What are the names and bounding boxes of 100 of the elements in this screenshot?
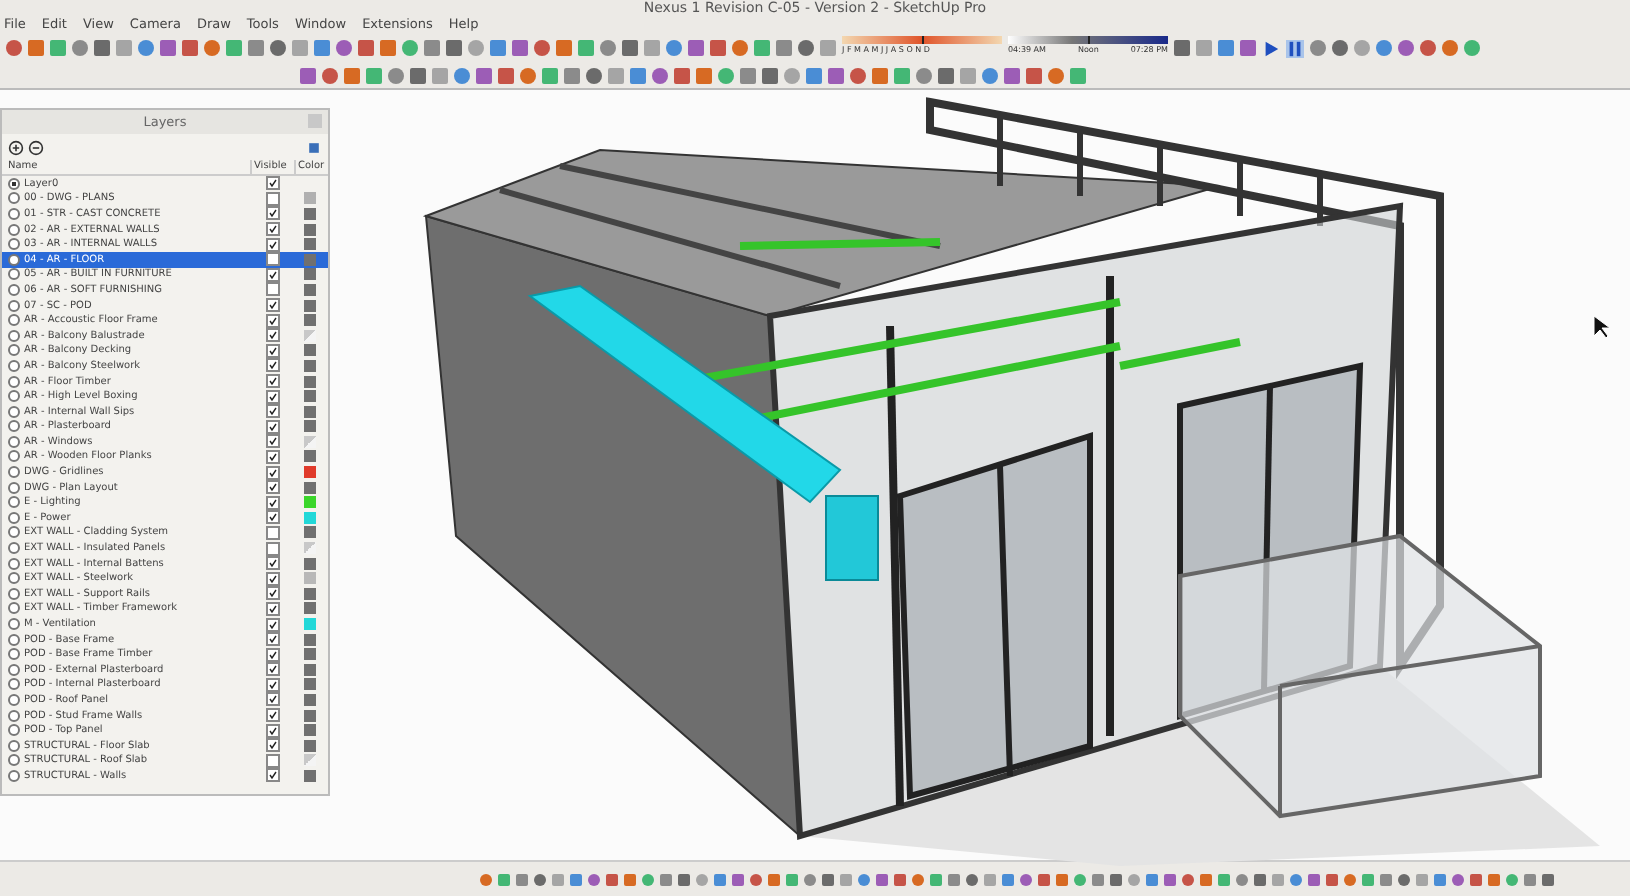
visible-checkbox[interactable] [266,222,280,237]
radio-button[interactable] [8,572,20,585]
color-swatch[interactable] [304,693,316,706]
radio-button[interactable] [8,329,20,342]
radio-button[interactable] [8,587,20,600]
visible-checkbox[interactable] [266,404,280,419]
visible-checkbox[interactable] [266,374,280,389]
color-swatch[interactable] [304,618,316,631]
visible-checkbox[interactable] [266,662,280,677]
visible-checkbox[interactable] [266,465,280,480]
radio-button[interactable] [8,268,20,281]
color-swatch[interactable] [304,435,316,448]
color-swatch[interactable] [304,526,316,539]
color-swatch[interactable] [304,739,316,752]
color-swatch[interactable] [304,496,316,509]
color-swatch[interactable] [304,648,316,661]
color-swatch[interactable] [304,192,316,205]
visible-checkbox[interactable] [266,692,280,707]
radio-button[interactable] [8,693,20,706]
visible-checkbox[interactable] [266,206,280,221]
radio-button[interactable] [8,223,20,236]
radio-button[interactable] [8,511,20,524]
color-swatch[interactable] [304,542,316,555]
radio-button[interactable] [8,299,20,312]
visible-checkbox[interactable] [266,723,280,738]
radio-button[interactable] [8,466,20,479]
radio-button[interactable] [8,724,20,737]
color-swatch[interactable] [304,405,316,418]
visible-checkbox[interactable] [266,571,280,586]
visible-checkbox[interactable] [266,586,280,601]
visible-checkbox[interactable] [266,768,280,783]
radio-button[interactable] [8,526,20,539]
radio-button[interactable] [8,496,20,509]
visible-checkbox[interactable] [266,328,280,343]
radio-button[interactable] [8,618,20,631]
radio-button[interactable] [8,754,20,767]
color-swatch[interactable] [304,238,316,251]
visible-checkbox[interactable] [266,647,280,662]
visible-checkbox[interactable] [266,708,280,723]
color-swatch[interactable] [304,663,316,676]
visible-checkbox[interactable] [266,358,280,373]
color-swatch[interactable] [304,420,316,433]
visible-checkbox[interactable] [266,525,280,540]
radio-button[interactable] [8,557,20,570]
color-swatch[interactable] [304,678,316,691]
visible-checkbox[interactable] [266,556,280,571]
radio-button[interactable] [8,359,20,372]
color-swatch[interactable] [304,511,316,524]
color-swatch[interactable] [304,572,316,585]
radio-button[interactable] [8,207,20,220]
visible-checkbox[interactable] [266,480,280,495]
visible-checkbox[interactable] [266,541,280,556]
color-swatch[interactable] [304,481,316,494]
color-swatch[interactable] [304,329,316,342]
visible-checkbox[interactable] [266,753,280,768]
visible-checkbox[interactable] [266,282,280,297]
visible-checkbox[interactable] [266,298,280,313]
color-swatch[interactable] [304,724,316,737]
add-layer-icon[interactable] [8,139,24,155]
visible-checkbox[interactable] [266,176,280,191]
remove-layer-icon[interactable] [28,139,44,155]
color-swatch[interactable] [304,375,316,388]
radio-button[interactable] [8,435,20,448]
visible-checkbox[interactable] [266,632,280,647]
radio-button[interactable] [8,420,20,433]
radio-button[interactable] [8,648,20,661]
radio-button[interactable] [8,450,20,463]
radio-button[interactable] [8,769,20,782]
radio-button[interactable] [8,633,20,646]
color-swatch[interactable] [304,466,316,479]
radio-button[interactable] [8,390,20,403]
radio-button[interactable] [8,238,20,251]
radio-button[interactable] [8,375,20,388]
visible-checkbox[interactable] [266,389,280,404]
radio-button[interactable] [8,542,20,555]
visible-checkbox[interactable] [266,343,280,358]
color-swatch[interactable] [304,207,316,220]
radio-button[interactable] [8,344,20,357]
color-swatch[interactable] [304,709,316,722]
radio-button[interactable] [8,177,20,190]
color-swatch[interactable] [304,633,316,646]
color-swatch[interactable] [304,754,316,767]
color-swatch[interactable] [304,602,316,615]
radio-button[interactable] [8,405,20,418]
visible-checkbox[interactable] [266,601,280,616]
color-swatch[interactable] [304,557,316,570]
color-swatch[interactable] [304,283,316,296]
visible-checkbox[interactable] [266,237,280,252]
color-swatch[interactable] [304,268,316,281]
radio-button[interactable] [8,253,20,266]
visible-checkbox[interactable] [266,191,280,206]
visible-checkbox[interactable] [266,738,280,753]
radio-button[interactable] [8,192,20,205]
radio-button[interactable] [8,678,20,691]
radio-button[interactable] [8,481,20,494]
visible-checkbox[interactable] [266,617,280,632]
color-swatch[interactable] [304,223,316,236]
visible-checkbox[interactable] [266,434,280,449]
visible-checkbox[interactable] [266,449,280,464]
color-swatch[interactable] [304,769,316,782]
